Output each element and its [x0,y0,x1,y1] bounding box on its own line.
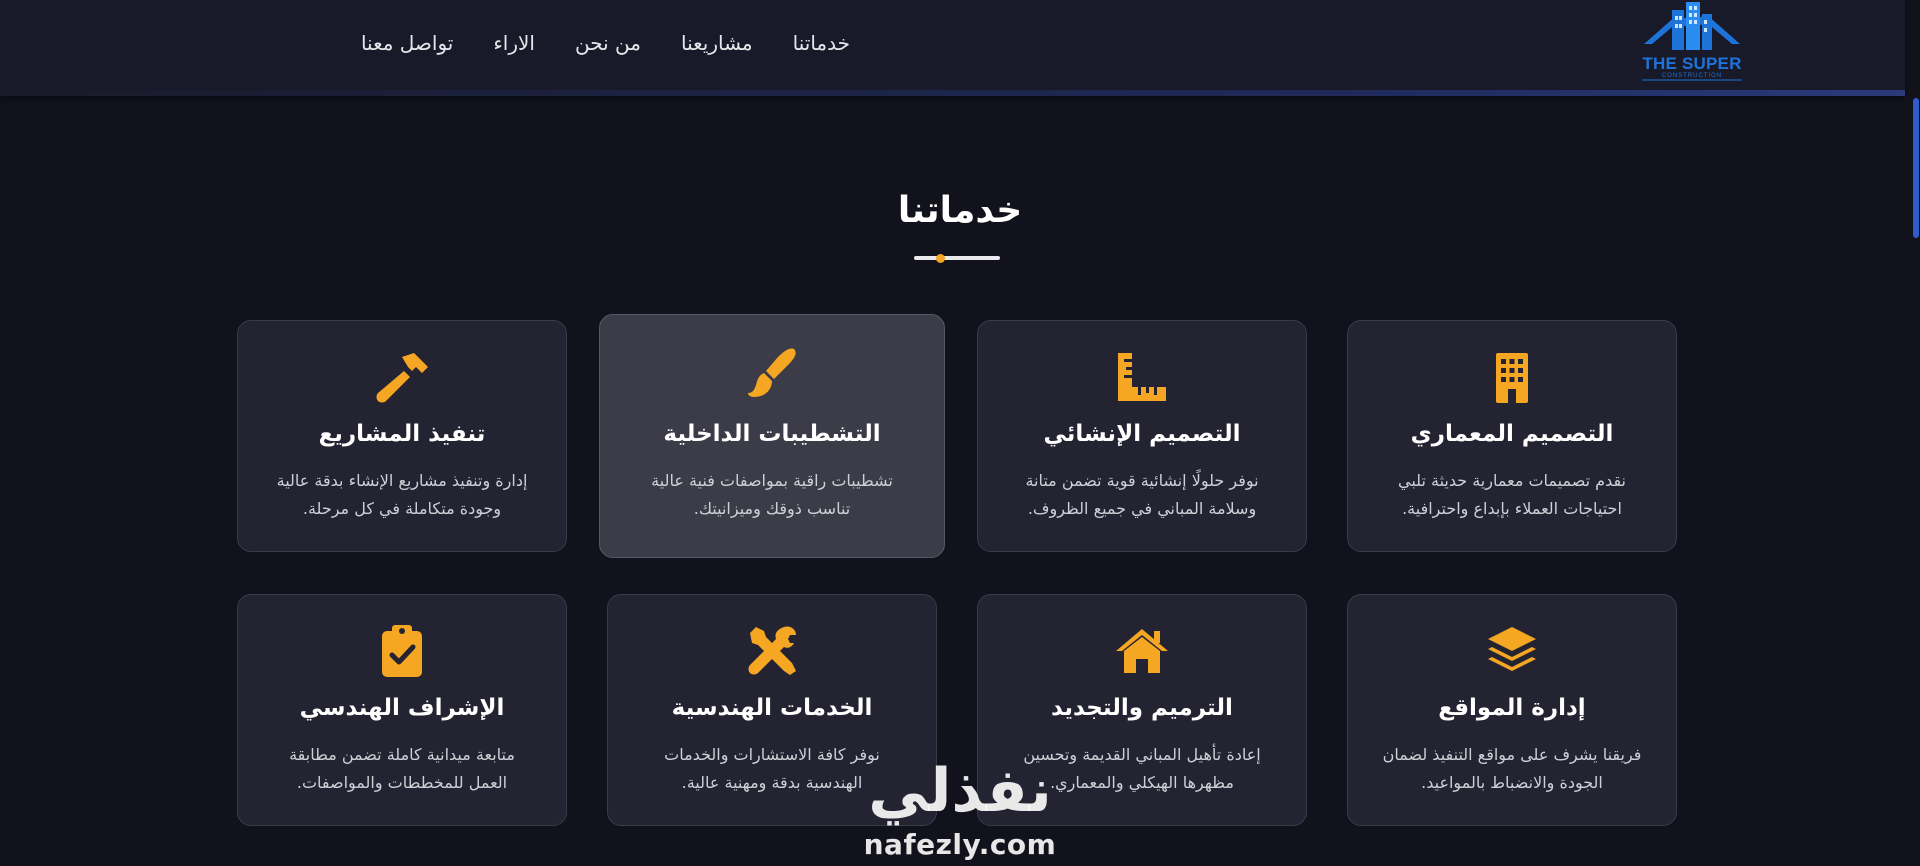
service-card-project-execution[interactable]: تنفيذ المشاريع إدارة وتنفيذ مشاريع الإنش… [237,320,567,552]
nav-link-about[interactable]: من نحن [575,26,641,60]
watermark-url-text: nafezly.com [863,828,1057,861]
ruler-combined-icon [1114,349,1170,405]
service-card-engineering-services[interactable]: الخدمات الهندسية نوفر كافة الاستشارات وا… [607,594,937,826]
card-description: متابعة ميدانية كاملة تضمن مطابقة العمل ل… [289,745,515,792]
card-description: نقدم تصميمات معمارية حديثة تلبي احتياجات… [1397,471,1627,518]
card-description: فريقنا يشرف على مواقع التنفيذ لضمان الجو… [1382,745,1642,792]
layer-group-icon [1484,623,1540,679]
clipboard-check-icon [374,623,430,679]
home-icon [1114,623,1170,679]
nav-link-projects[interactable]: مشاريعنا [681,26,753,60]
title-underline [914,256,1000,260]
nav-link-contact[interactable]: تواصل معنا [361,26,453,60]
card-title: الإشراف الهندسي [299,695,505,721]
card-title: التصميم المعماري [1410,421,1614,447]
card-description: إعادة تأهيل المباني القديمة وتحسين مظهره… [1023,745,1261,792]
card-title: التصميم الإنشائي [1043,421,1241,447]
nav-link-services[interactable]: خدماتنا [793,26,850,60]
section-title: خدماتنا [897,190,1023,231]
logo-text: THE SUPER [1642,54,1742,73]
service-card-engineering-supervision[interactable]: الإشراف الهندسي متابعة ميدانية كاملة تضم… [237,594,567,826]
service-card-structural-design[interactable]: التصميم الإنشائي نوفر حلولًا إنشائية قوي… [977,320,1307,552]
logo-subtext: CONSTRUCTION [1661,73,1723,79]
service-card-restoration[interactable]: الترميم والتجديد إعادة تأهيل المباني الق… [977,594,1307,826]
tools-icon [744,623,800,679]
nav-link-testimonials[interactable]: الاراء [493,26,535,60]
card-title: إدارة المواقع [1438,695,1586,721]
hammer-icon [374,349,430,405]
card-description: تشطيبات راقية بمواصفات فنية عالية تناسب … [651,471,893,518]
service-card-interior-finishing[interactable]: التشطيبات الداخلية تشطيبات راقية بمواصفا… [599,314,945,558]
card-title: الخدمات الهندسية [671,695,873,721]
service-card-architectural-design[interactable]: التصميم المعماري نقدم تصميمات معمارية حد… [1347,320,1677,552]
card-title: التشطيبات الداخلية [663,421,881,447]
card-description: إدارة وتنفيذ مشاريع الإنشاء بدقة عالية و… [276,471,528,518]
card-description: نوفر كافة الاستشارات والخدمات الهندسية ب… [664,745,880,792]
title-underline-dot [936,254,945,263]
navbar-accent-line [0,90,1905,96]
site-logo[interactable]: THE SUPER CONSTRUCTION [1638,0,1746,86]
navbar: THE SUPER CONSTRUCTION خدماتنا مشاريعنا … [0,0,1905,96]
card-description: نوفر حلولًا إنشائية قوية تضمن متانة وسلا… [1025,471,1259,518]
paint-brush-icon [744,345,800,401]
card-title: الترميم والتجديد [1051,695,1233,721]
main-nav: خدماتنا مشاريعنا من نحن الاراء تواصل معن… [290,26,850,60]
card-title: تنفيذ المشاريع [318,421,486,447]
building-icon [1484,349,1540,405]
service-card-site-management[interactable]: إدارة المواقع فريقنا يشرف على مواقع التن… [1347,594,1677,826]
